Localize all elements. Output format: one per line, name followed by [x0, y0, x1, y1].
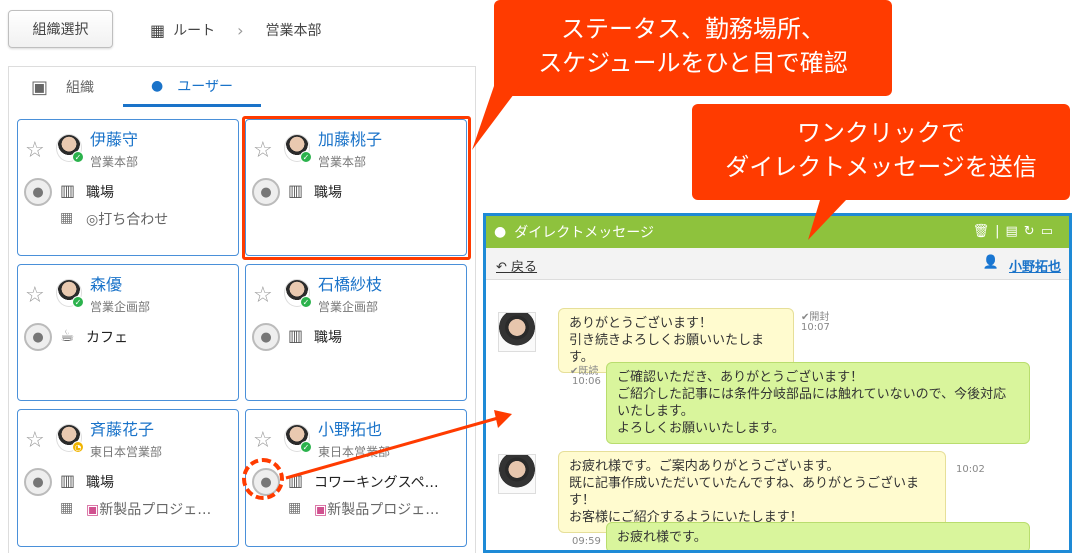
work-location: カフェ: [86, 330, 128, 346]
user-name[interactable]: 森優: [90, 271, 122, 295]
status-away-icon: ◔: [72, 441, 84, 453]
gift-icon: ▣: [86, 502, 100, 518]
direct-message-icon[interactable]: ●: [24, 468, 52, 496]
user-card[interactable]: ☆ ✓ 伊藤守 営業本部 ● ▥ 職場 ▦ ◎打ち合わせ: [17, 119, 239, 256]
callout-dm: ワンクリックで ダイレクトメッセージを送信: [692, 104, 1070, 200]
direct-message-window: ● ダイレクトメッセージ 🗑|▤↻▭ ↶ 戻る 👤 小野拓也 ありがとうございま…: [483, 213, 1072, 553]
message-time: 10:02: [956, 464, 985, 475]
user-name[interactable]: 斉藤花子: [90, 416, 154, 440]
callout-line: ワンクリックで: [797, 119, 965, 147]
star-icon[interactable]: ☆: [253, 283, 273, 308]
user-name[interactable]: 石橋紗枝: [318, 271, 382, 295]
user-icon: ●: [494, 224, 507, 240]
status-online-icon: ✓: [72, 151, 84, 163]
tab-organization[interactable]: ▣ 組織: [31, 67, 94, 107]
maximize-icon[interactable]: ▭: [1041, 224, 1059, 239]
user-name[interactable]: 小野拓也: [318, 416, 382, 440]
work-location: 職場: [314, 330, 342, 346]
direct-message-icon[interactable]: ●: [24, 323, 52, 351]
refresh-icon[interactable]: ↻: [1024, 224, 1041, 239]
user-dept: 東日本営業部: [318, 445, 391, 459]
status-online-icon: ✓: [300, 296, 312, 308]
message-time: 10:07: [801, 322, 830, 333]
schedule-text: ▣新製品プロジェ…: [314, 499, 464, 519]
tab-label: ユーザー: [177, 78, 233, 95]
star-icon[interactable]: ☆: [253, 428, 273, 453]
user-dept: 営業企画部: [90, 300, 151, 314]
user-dept: 営業本部: [90, 155, 139, 169]
callout-line: ダイレクトメッセージを送信: [725, 153, 1037, 181]
dm-titlebar: ● ダイレクトメッセージ 🗑|▤↻▭: [486, 216, 1069, 248]
building-icon: ▥: [288, 326, 304, 345]
direct-message-icon[interactable]: ●: [252, 323, 280, 351]
message-time: 09:59: [572, 536, 601, 547]
avatar: [498, 312, 536, 352]
highlight-box: [242, 116, 471, 260]
schedule-label: 打ち合わせ: [98, 212, 169, 228]
gift-icon: ▣: [314, 502, 328, 518]
user-card[interactable]: ☆ ✓ 森優 営業企画部 ● ☕ カフェ: [17, 264, 239, 401]
trash-icon[interactable]: 🗑: [973, 224, 996, 239]
building-icon: ▥: [60, 181, 76, 200]
work-location: コワーキングスペ…: [314, 475, 439, 491]
user-name[interactable]: 伊藤守: [90, 126, 138, 150]
building-icon: ▥: [60, 471, 76, 490]
star-icon[interactable]: ☆: [25, 138, 45, 163]
work-location: 職場: [86, 475, 114, 491]
cafe-icon: ☕: [60, 326, 75, 345]
back-label: 戻る: [511, 260, 538, 275]
calendar-icon: ▦: [60, 500, 74, 516]
star-icon[interactable]: ☆: [25, 428, 45, 453]
user-dept: 営業企画部: [318, 300, 379, 314]
schedule-label: 新製品プロジェ…: [99, 502, 212, 518]
calendar-icon: ▦: [288, 500, 302, 516]
calendar-icon: ▦: [60, 210, 74, 226]
schedule-label: 新製品プロジェ…: [327, 502, 440, 518]
schedule-text: ◎打ち合わせ: [86, 212, 169, 228]
add-user-icon: 👤: [982, 255, 999, 270]
callout-line: ステータス、勤務場所、: [561, 15, 825, 43]
read-status: ✔開封: [801, 312, 830, 323]
direct-message-icon[interactable]: ●: [24, 178, 52, 206]
message-bubble: お疲れ様です。ご案内ありがとうございます。 既に記事作成いただいていたんですね、…: [558, 451, 946, 533]
user-icon: ●: [151, 77, 164, 94]
callout-status: ステータス、勤務場所、 スケジュールをひと目で確認: [494, 0, 892, 96]
breadcrumb-current: 営業本部: [265, 23, 322, 39]
org-select-button[interactable]: 組織選択: [8, 10, 113, 48]
org-tree-icon: ▦: [150, 20, 166, 40]
chevron-right-icon: ›: [237, 20, 244, 40]
back-link[interactable]: ↶ 戻る: [496, 256, 537, 275]
work-location: 職場: [86, 185, 114, 201]
dm-tools: 🗑|▤↻▭: [972, 224, 1059, 239]
callout-line: スケジュールをひと目で確認: [538, 49, 848, 77]
schedule-text: ▣新製品プロジェ…: [86, 499, 236, 519]
user-dept: 東日本営業部: [90, 445, 163, 459]
user-card[interactable]: ☆ ◔ 斉藤花子 東日本営業部 ● ▥ 職場 ▦ ▣新製品プロジェ…: [17, 409, 239, 547]
avatar: [498, 454, 536, 494]
breadcrumb-root[interactable]: ルート: [173, 20, 215, 40]
message-time: 10:06: [572, 376, 601, 387]
status-online-icon: ✓: [300, 441, 312, 453]
dm-nav: ↶ 戻る 👤 小野拓也: [486, 248, 1069, 280]
partner-link[interactable]: 小野拓也: [1009, 256, 1061, 275]
read-status: ✔既読: [570, 366, 599, 377]
tab-users[interactable]: ● ユーザー: [123, 67, 261, 107]
star-icon[interactable]: ☆: [25, 283, 45, 308]
status-online-icon: ✓: [72, 296, 84, 308]
org-icon: ▣: [31, 76, 49, 98]
print-icon[interactable]: ▤: [1006, 224, 1024, 239]
tab-label: 組織: [66, 80, 95, 96]
dm-title: ダイレクトメッセージ: [514, 225, 654, 241]
highlight-circle: [242, 458, 284, 500]
message-bubble: お疲れ様です。: [606, 522, 1030, 550]
breadcrumb: ▦ ルート › 営業本部: [150, 18, 322, 42]
user-card[interactable]: ☆ ✓ 石橋紗枝 営業企画部 ● ▥ 職場: [245, 264, 467, 401]
building-icon: ▥: [288, 471, 304, 490]
message-bubble: ご確認いただき、ありがとうございます！ ご紹介した記事には条件分岐部品には触れて…: [606, 362, 1030, 444]
